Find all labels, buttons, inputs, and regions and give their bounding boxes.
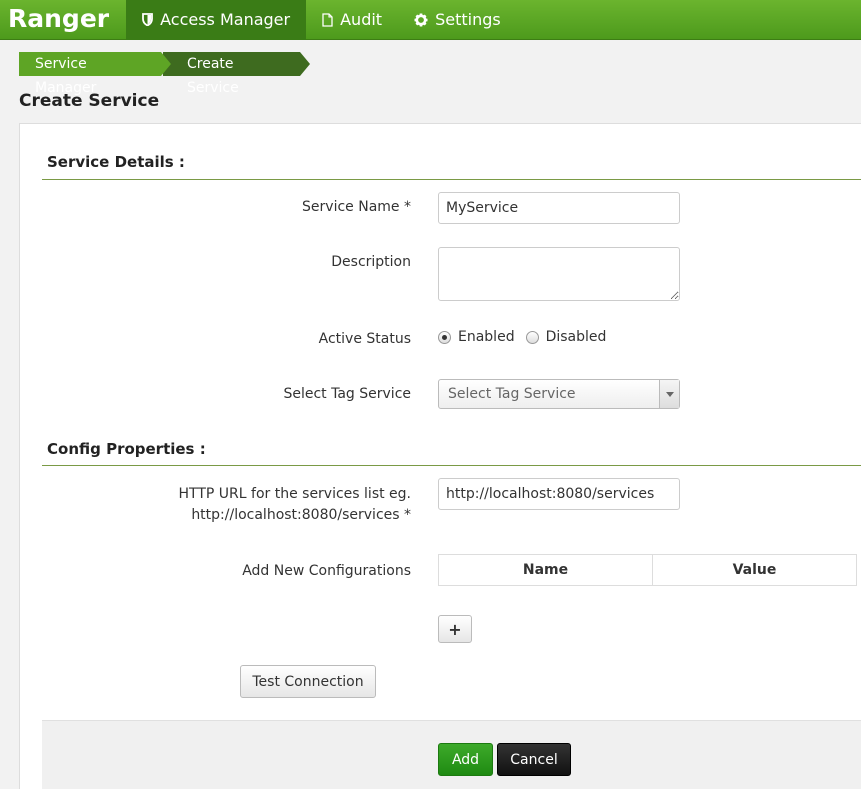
http-url-label: HTTP URL for the services list eg. http:… (179, 484, 411, 526)
section-title-config-properties: Config Properties : (47, 440, 206, 458)
brand-logo[interactable]: Ranger (0, 0, 126, 40)
http-url-label-line2: http://localhost:8080/services * (191, 507, 411, 523)
active-status-label: Active Status (318, 331, 411, 347)
section-divider (42, 179, 861, 180)
add-configuration-button[interactable]: + (438, 615, 472, 643)
nav-access-manager-label: Access Manager (160, 10, 291, 29)
column-header-name: Name (439, 555, 653, 585)
radio-enabled[interactable] (438, 330, 451, 344)
description-label: Description (331, 254, 411, 270)
configurations-table: Name Value (438, 554, 857, 586)
add-new-configurations-label: Add New Configurations (242, 563, 411, 579)
description-textarea[interactable] (438, 247, 680, 301)
create-service-form: Service Details : Service Name * Descrip… (19, 123, 861, 789)
section-title-service-details: Service Details : (47, 153, 185, 171)
radio-disabled-label[interactable]: Disabled (546, 329, 607, 345)
nav-settings-label: Settings (435, 10, 501, 29)
cancel-button[interactable]: Cancel (497, 743, 571, 776)
file-icon (322, 12, 333, 27)
top-navbar: Ranger Access Manager Audit Settings (0, 0, 861, 40)
add-button[interactable]: Add (438, 743, 493, 776)
tag-service-placeholder: Select Tag Service (448, 386, 576, 402)
radio-disabled[interactable] (525, 330, 539, 344)
test-connection-button[interactable]: Test Connection (240, 665, 376, 698)
tag-service-select[interactable]: Select Tag Service (438, 379, 680, 409)
column-header-value: Value (732, 562, 777, 578)
radio-enabled-label[interactable]: Enabled (458, 329, 515, 345)
nav-audit-label: Audit (340, 10, 383, 29)
tag-service-label: Select Tag Service (283, 386, 411, 402)
gear-icon (414, 13, 428, 27)
shield-icon (142, 13, 154, 26)
section-divider (42, 465, 861, 466)
nav-settings[interactable]: Settings (398, 0, 517, 40)
nav-audit[interactable]: Audit (306, 0, 398, 40)
form-actions: Add Cancel (42, 720, 861, 789)
chevron-down-icon[interactable] (659, 380, 679, 408)
nav-access-manager[interactable]: Access Manager (126, 0, 307, 40)
http-url-label-line1: HTTP URL for the services list eg. (178, 486, 411, 502)
active-status-radio-group: Enabled Disabled (438, 329, 617, 345)
service-name-label: Service Name * (302, 199, 411, 215)
breadcrumb-service-manager[interactable]: Service Manager (19, 52, 171, 96)
breadcrumb-create-service: Create Service (163, 52, 310, 96)
page-title: Create Service (19, 91, 160, 111)
service-name-input[interactable] (438, 192, 680, 224)
http-url-input[interactable] (438, 478, 680, 510)
breadcrumb: Service Manager Create Service (19, 52, 310, 96)
